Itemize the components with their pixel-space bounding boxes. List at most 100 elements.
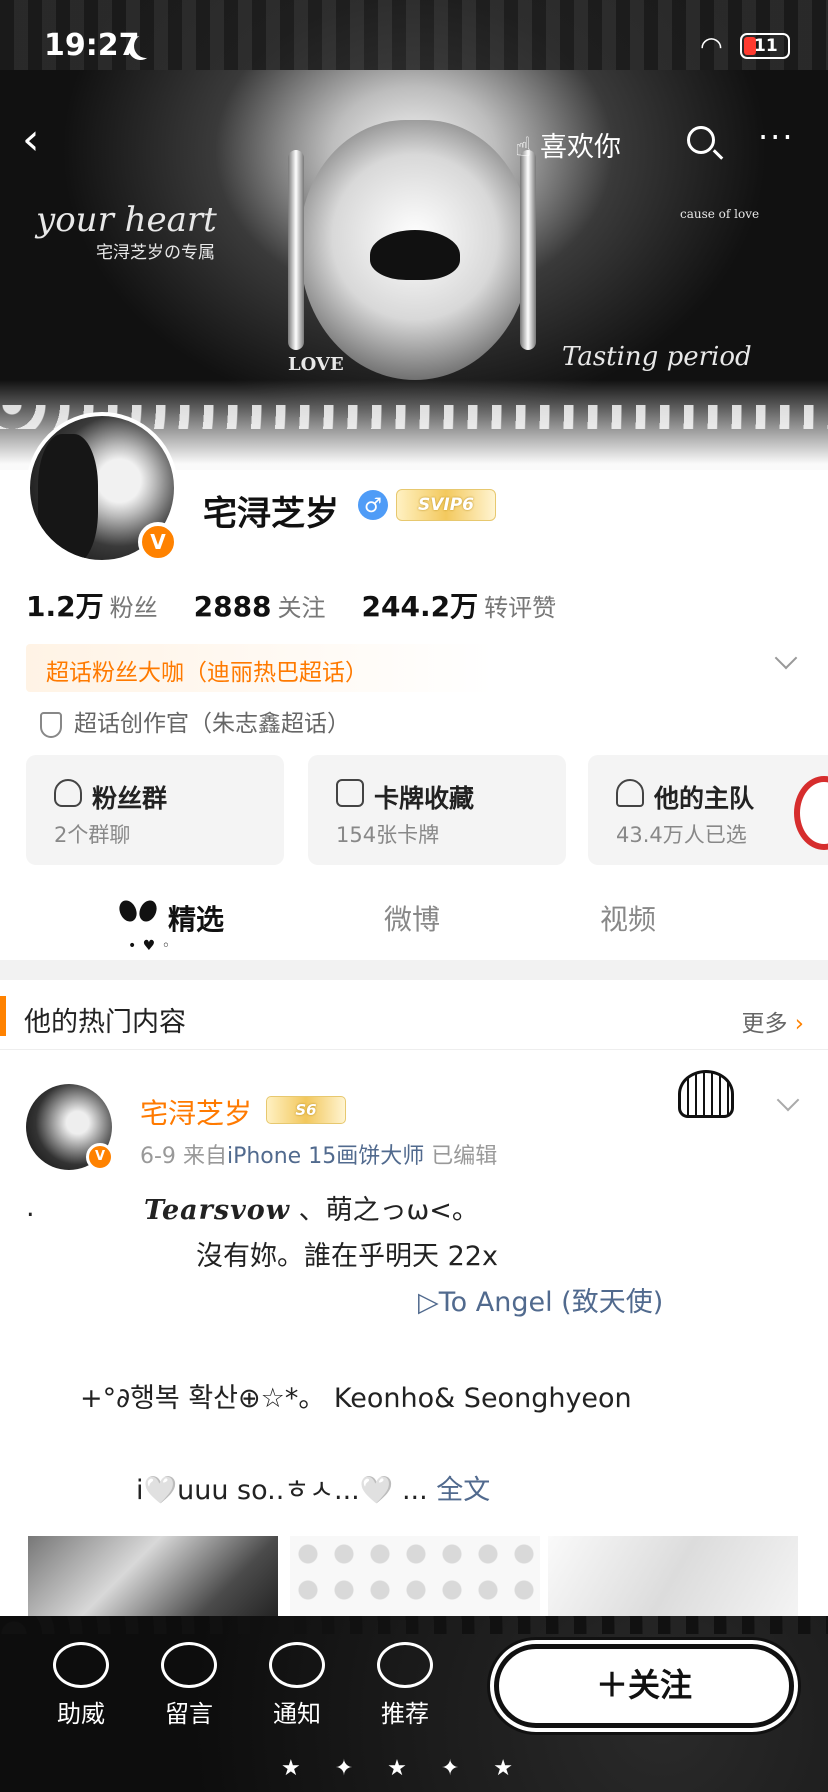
banner-fork [520,150,536,350]
recommend-button[interactable]: 推荐 [360,1642,450,1729]
group-icon [54,779,82,807]
post-line-2: 沒有妳。誰在乎明天 22x [196,1241,498,1272]
battery-level: 11 [754,36,778,56]
chevron-down-icon[interactable] [774,646,798,670]
post-image[interactable] [548,1536,798,1620]
post-meta: 6-9 来自iPhone 15画饼大师 已编辑 [140,1138,497,1170]
member-badge[interactable]: S6 [266,1096,346,1124]
card-subtitle: 43.4万人已选 [616,823,747,847]
wifi-icon: ◠ [700,32,723,62]
feature-cards: 粉丝群 2个群聊 卡牌收藏 154张卡牌 他的主队 43.4万人已选 [26,755,828,865]
cheer-icon [53,1642,109,1688]
following-count[interactable]: 2888 [194,590,272,623]
post-line-5: i🤍uuu so..ㅎㅅ...🤍 ... 全文 [136,1468,490,1507]
banner-script-text: your heart [36,200,217,240]
bottom-stars-decoration: ★✦★✦★ [280,1756,548,1781]
notify-label: 通知 [273,1700,321,1728]
section-accent [0,996,6,1036]
tab-weibo[interactable]: 微博 [384,898,440,938]
full-text-link[interactable]: 全文 [436,1475,490,1506]
hearts-icon: • ♥ ◦ [128,938,171,954]
followers-label[interactable]: 粉丝 [110,594,158,622]
cheer-button[interactable]: 助威 [36,1642,126,1729]
message-label: 留言 [165,1700,213,1728]
back-icon[interactable]: ‹ [22,118,40,162]
post-music-link[interactable]: ▷To Angel (致天使) [418,1280,663,1319]
card-title: 他的主队 [654,784,755,813]
message-button[interactable]: 留言 [144,1642,234,1729]
recommend-icon [377,1642,433,1688]
hand-heart-icon: ☝ [515,132,532,163]
post-edited: 已编辑 [431,1144,498,1169]
recommend-label: 推荐 [381,1700,429,1728]
super-fan-row[interactable]: 超话粉丝大咖（迪丽热巴超话） [26,644,806,692]
more-icon[interactable]: ··· [758,118,795,156]
chevron-right-icon: › [794,1011,804,1037]
post-line-dot: . [26,1192,35,1223]
post-line-5-text: i🤍uuu so..ㅎㅅ...🤍 ... [136,1475,428,1506]
card-fan-group[interactable]: 粉丝群 2个群聊 [26,755,284,865]
banner-bow [370,230,460,280]
profile-name: 宅浔芝岁 [203,494,339,534]
card-star-icon [336,779,364,807]
content-tabs: 精选 • ♥ ◦ 微博 视频 [0,870,828,965]
like-button[interactable]: ☝ 喜欢你 [515,125,621,164]
team-icon [616,779,644,807]
post-image[interactable] [28,1536,278,1620]
battery-icon: 11 [740,33,790,59]
male-icon: ♂ [358,490,388,520]
verified-icon: V [86,1143,114,1171]
post-author[interactable]: 宅浔芝岁 [140,1092,252,1132]
more-link[interactable]: 更多 › [741,1004,804,1038]
engagement-count: 244.2万 [361,590,479,623]
profile-stats: 1.2万 粉丝 2888 关注 244.2万 转评赞 [26,585,592,625]
more-label: 更多 [741,1011,788,1037]
avatar-hair [38,434,98,560]
banner-tagline: Tasting period [562,342,752,372]
bow-icon [120,898,156,928]
card-title: 卡牌收藏 [374,784,475,813]
section-title: 他的热门内容 [24,1007,186,1038]
card-card-collection[interactable]: 卡牌收藏 154张卡牌 [308,755,566,865]
search-icon[interactable] [687,126,715,154]
post-image[interactable] [290,1536,540,1620]
tab-featured[interactable]: 精选 [168,898,224,938]
status-bar: 19:27 ◠ 11 [0,0,828,90]
post-line-1-rest: 、萌之っω<。 [298,1195,479,1226]
post-date: 6-9 [140,1144,176,1169]
creator-text: 超话创作官（朱志鑫超话） [74,711,350,737]
cheer-label: 助威 [57,1700,105,1728]
section-header: 他的热门内容 更多 › [0,980,828,1050]
notify-button[interactable]: 通知 [252,1642,342,1729]
card-title: 粉丝群 [92,784,168,813]
banner-cause-text: cause of love [680,207,760,221]
svip-badge[interactable]: SVIP6 [396,489,496,521]
bell-icon [269,1642,325,1688]
engagement-label: 转评赞 [484,594,557,622]
like-label: 喜欢你 [540,132,622,163]
followers-count[interactable]: 1.2万 [26,590,104,623]
banner-love-text: LOVE [288,354,344,375]
post-line-1: Tearsvow 、萌之っω<。 [144,1188,479,1227]
super-fan-text: 超话粉丝大咖（迪丽热巴超话） [46,660,368,686]
banner-knife [288,150,304,350]
card-main-team[interactable]: 他的主队 43.4万人已选 [588,755,828,865]
shield-icon [40,711,62,738]
following-label[interactable]: 关注 [278,594,326,622]
post-from: 来自 [182,1144,227,1169]
message-icon [161,1642,217,1688]
banner-sub-text: 宅浔芝岁の专属 [96,243,215,263]
status-time: 19:27 [44,28,140,63]
chevron-down-icon[interactable] [776,1088,800,1112]
post-line-4: +°∂행복 확산⊕☆*。 Keonho& Seonghyeon [80,1383,632,1414]
post-script-word: Tearsvow [144,1195,291,1226]
follow-button[interactable]: ＋关注 [494,1644,794,1728]
cupcake-sticker [620,1058,770,1138]
tab-video[interactable]: 视频 [600,898,656,938]
post-source[interactable]: iPhone 15画饼大师 [227,1144,424,1169]
verified-icon: V [138,522,178,562]
banner-heart-frame [300,120,530,380]
card-subtitle: 2个群聊 [54,823,131,847]
post-images [28,1536,800,1620]
creator-row[interactable]: 超话创作官（朱志鑫超话） [40,704,350,740]
